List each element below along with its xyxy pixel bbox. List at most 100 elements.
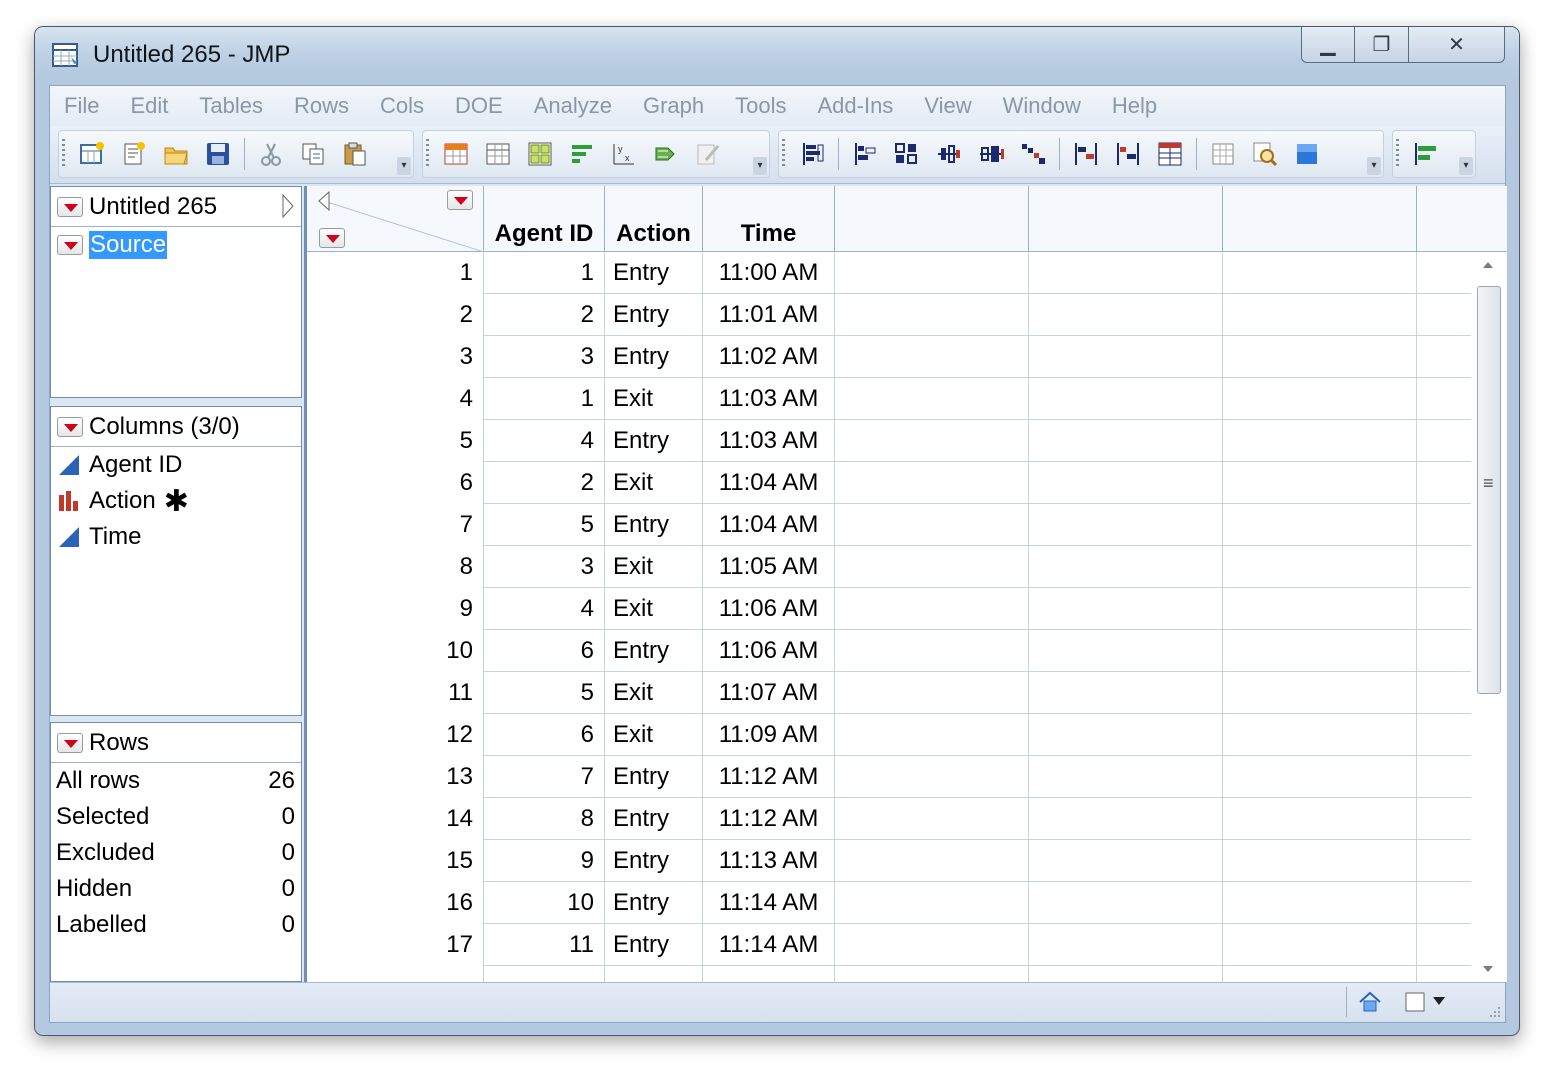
cell-time[interactable]: 11:04 AM — [703, 504, 835, 546]
color-icon[interactable] — [1293, 140, 1321, 168]
open-icon[interactable] — [162, 140, 190, 168]
cell-agent-id[interactable]: 5 — [484, 504, 605, 546]
column-header-agent-id[interactable]: Agent ID — [484, 186, 605, 252]
cell-time[interactable]: 11:12 AM — [703, 798, 835, 840]
column-header-empty[interactable] — [1029, 186, 1223, 252]
new-data-table-icon[interactable] — [78, 140, 106, 168]
cell-empty[interactable] — [835, 840, 1029, 882]
cell-action[interactable]: Entry — [605, 336, 703, 378]
cell-empty[interactable] — [835, 924, 1029, 966]
toolbar-grip[interactable] — [782, 139, 785, 169]
menu-rows[interactable]: Rows — [294, 93, 349, 119]
table-row[interactable] — [307, 966, 1474, 982]
row-number[interactable]: 11 — [307, 672, 484, 714]
collapse-left-icon[interactable] — [317, 190, 331, 212]
cell-action[interactable]: Entry — [605, 756, 703, 798]
red-triangle-menu-icon[interactable] — [57, 235, 83, 255]
menu-view[interactable]: View — [924, 93, 971, 119]
cell-empty[interactable] — [835, 252, 1029, 294]
menu-help[interactable]: Help — [1112, 93, 1157, 119]
table-row[interactable]: 11 5 Exit 11:07 AM — [307, 672, 1474, 714]
cell-empty[interactable] — [835, 714, 1029, 756]
cell-agent-id[interactable]: 11 — [484, 924, 605, 966]
menu-tools[interactable]: Tools — [735, 93, 786, 119]
cell-empty[interactable] — [1223, 966, 1417, 982]
row-number[interactable]: 6 — [307, 462, 484, 504]
cell-empty[interactable] — [1029, 462, 1223, 504]
table-row[interactable]: 8 3 Exit 11:05 AM — [307, 546, 1474, 588]
cell-time[interactable]: 11:12 AM — [703, 756, 835, 798]
close-button[interactable]: ✕ — [1409, 27, 1505, 63]
cell-empty[interactable] — [1029, 336, 1223, 378]
cell-empty[interactable] — [1029, 882, 1223, 924]
toolbar-overflow[interactable]: ▾ — [753, 157, 767, 175]
cell-agent-id[interactable]: 5 — [484, 672, 605, 714]
chart-icon[interactable] — [1114, 140, 1142, 168]
cell-empty[interactable] — [1223, 504, 1417, 546]
cell-agent-id[interactable] — [484, 966, 605, 982]
cell-action[interactable]: Entry — [605, 840, 703, 882]
cell-empty[interactable] — [1029, 630, 1223, 672]
copy-icon[interactable] — [299, 140, 327, 168]
table-row[interactable]: 10 6 Entry 11:06 AM — [307, 630, 1474, 672]
row-number[interactable]: 9 — [307, 588, 484, 630]
cell-time[interactable]: 11:13 AM — [703, 840, 835, 882]
cell-empty[interactable] — [835, 546, 1029, 588]
cell-time[interactable]: 11:06 AM — [703, 630, 835, 672]
scatterplot-icon[interactable] — [1019, 140, 1047, 168]
cell-empty[interactable] — [835, 420, 1029, 462]
table-row[interactable]: 17 11 Entry 11:14 AM — [307, 924, 1474, 966]
cell-agent-id[interactable]: 2 — [484, 462, 605, 504]
cell-empty[interactable] — [1029, 840, 1223, 882]
scroll-up-icon[interactable] — [1483, 262, 1493, 268]
multivariate-icon[interactable] — [935, 140, 963, 168]
cell-empty[interactable] — [1223, 336, 1417, 378]
cell-empty[interactable] — [1029, 546, 1223, 588]
row-number[interactable]: 4 — [307, 378, 484, 420]
cell-agent-id[interactable]: 8 — [484, 798, 605, 840]
cell-action[interactable]: Exit — [605, 378, 703, 420]
sort-icon[interactable] — [568, 140, 596, 168]
cell-action[interactable]: Exit — [605, 462, 703, 504]
fit-y-by-x-icon[interactable] — [851, 140, 879, 168]
cell-agent-id[interactable]: 4 — [484, 588, 605, 630]
cell-empty[interactable] — [1029, 294, 1223, 336]
cell-empty[interactable] — [1223, 672, 1417, 714]
cell-time[interactable]: 11:03 AM — [703, 378, 835, 420]
cell-empty[interactable] — [1223, 546, 1417, 588]
cut-icon[interactable] — [257, 140, 285, 168]
toolbar-overflow[interactable]: ▾ — [1459, 157, 1473, 175]
edit-icon[interactable] — [694, 140, 722, 168]
row-number[interactable]: 17 — [307, 924, 484, 966]
cell-agent-id[interactable]: 7 — [484, 756, 605, 798]
cell-agent-id[interactable]: 6 — [484, 630, 605, 672]
row-number[interactable]: 12 — [307, 714, 484, 756]
new-script-icon[interactable] — [120, 140, 148, 168]
chevron-down-icon[interactable] — [1432, 995, 1446, 1007]
cell-empty[interactable] — [1223, 294, 1417, 336]
vertical-scrollbar[interactable] — [1471, 252, 1507, 982]
table-row[interactable]: 12 6 Exit 11:09 AM — [307, 714, 1474, 756]
row-number[interactable]: 16 — [307, 882, 484, 924]
cell-agent-id[interactable]: 1 — [484, 252, 605, 294]
cell-agent-id[interactable]: 10 — [484, 882, 605, 924]
cell-action[interactable]: Entry — [605, 798, 703, 840]
cell-action[interactable]: Entry — [605, 630, 703, 672]
menu-graph[interactable]: Graph — [643, 93, 704, 119]
row-number[interactable]: 5 — [307, 420, 484, 462]
cell-empty[interactable] — [835, 462, 1029, 504]
column-header-empty[interactable] — [1223, 186, 1417, 252]
cell-action[interactable]: Exit — [605, 714, 703, 756]
row-number[interactable]: 13 — [307, 756, 484, 798]
red-triangle-menu-icon[interactable] — [57, 196, 83, 217]
resize-grip-icon[interactable] — [1487, 1004, 1501, 1018]
menu-doe[interactable]: DOE — [455, 93, 503, 119]
paste-icon[interactable] — [341, 140, 369, 168]
cell-empty[interactable] — [1223, 714, 1417, 756]
table-icon[interactable] — [484, 140, 512, 168]
cell-empty[interactable] — [835, 504, 1029, 546]
cell-empty[interactable] — [835, 798, 1029, 840]
cell-empty[interactable] — [835, 882, 1029, 924]
source-script-item[interactable]: Source — [51, 227, 301, 263]
cell-empty[interactable] — [1029, 672, 1223, 714]
